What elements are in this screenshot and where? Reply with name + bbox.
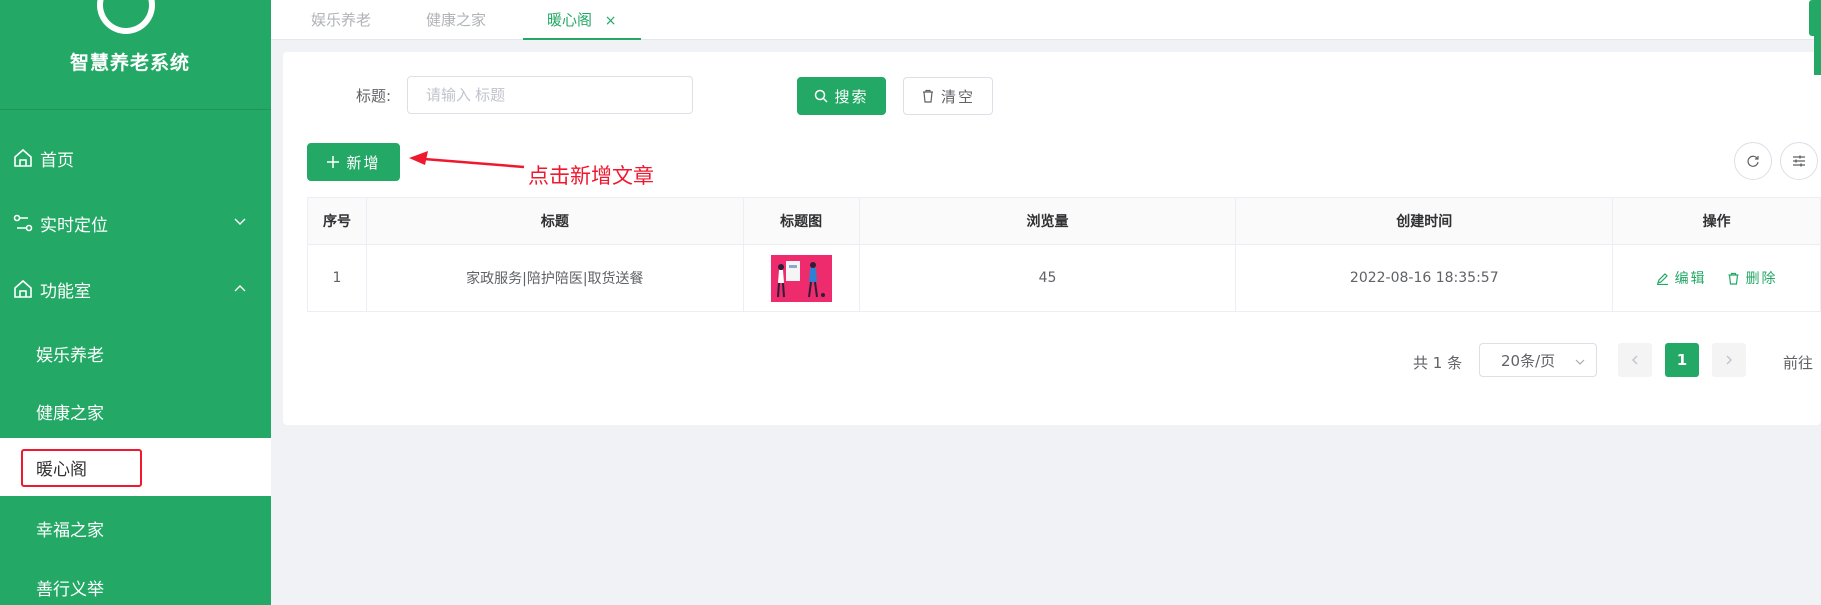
chevron-left-icon xyxy=(1632,355,1638,365)
sidebar-header: 智慧养老系统 xyxy=(0,0,271,110)
cell-index: 1 xyxy=(308,245,367,312)
tab-label: 娱乐养老 xyxy=(311,11,372,29)
search-button-label: 搜索 xyxy=(834,87,869,106)
tab-health[interactable]: 健康之家 xyxy=(426,0,486,40)
home-icon xyxy=(13,148,33,168)
search-icon xyxy=(815,89,829,103)
clear-button[interactable]: 清空 xyxy=(903,77,993,115)
clear-button-label: 清空 xyxy=(940,87,975,106)
cell-title: 家政服务|陪护陪医|取货送餐 xyxy=(366,245,744,312)
plus-icon xyxy=(327,156,340,168)
prev-page-button[interactable] xyxy=(1618,343,1652,377)
page-size-select[interactable]: 20条/页 xyxy=(1479,343,1597,377)
cell-actions: 编辑 删除 xyxy=(1613,245,1821,312)
route-icon xyxy=(13,213,33,233)
search-button[interactable]: 搜索 xyxy=(797,77,886,115)
pagination-goto-label: 前往 xyxy=(1783,354,1814,372)
page-size-value: 20条/页 xyxy=(1501,351,1556,370)
page-number-button[interactable]: 1 xyxy=(1665,343,1699,377)
sidebar-subitem-warm-heart[interactable]: 暖心阁 xyxy=(0,438,271,496)
refresh-button[interactable] xyxy=(1734,142,1772,180)
logo xyxy=(97,0,155,34)
title-filter-label: 标题: xyxy=(356,87,392,105)
app-title: 智慧养老系统 xyxy=(69,52,190,74)
sidebar-item-home[interactable]: 首页 xyxy=(0,129,271,187)
table-header-row: 序号 标题 标题图 浏览量 创建时间 操作 xyxy=(308,198,1821,245)
column-header-index: 序号 xyxy=(308,198,367,245)
annotation-text: 点击新增文章 xyxy=(528,164,654,188)
sidebar-item-label: 首页 xyxy=(40,150,74,171)
cell-image xyxy=(743,245,860,312)
scrollbar[interactable] xyxy=(1814,35,1821,75)
sidebar-subitem-label: 健康之家 xyxy=(36,403,104,424)
sidebar-subitem-happiness[interactable]: 幸福之家 xyxy=(0,499,271,557)
tab-label: 健康之家 xyxy=(426,11,487,29)
chevron-down-icon xyxy=(233,214,247,228)
sidebar-subitem-label: 幸福之家 xyxy=(36,520,104,541)
annotation-arrow xyxy=(409,151,525,169)
title-search-input[interactable] xyxy=(407,76,693,114)
sidebar-item-label: 功能室 xyxy=(40,281,91,302)
chevron-right-icon xyxy=(1726,355,1732,365)
sidebar: 智慧养老系统 首页 实时定位 功能室 娱乐养老 健康之家 暖心阁 幸福之家 善行… xyxy=(0,0,271,605)
column-header-actions: 操作 xyxy=(1613,198,1821,245)
sidebar-subitem-health[interactable]: 健康之家 xyxy=(0,382,271,440)
column-header-created: 创建时间 xyxy=(1236,198,1614,245)
chevron-up-icon xyxy=(233,280,247,294)
tab-menu-button[interactable] xyxy=(1809,0,1821,36)
edit-button-label: 编辑 xyxy=(1674,271,1707,287)
home-icon xyxy=(13,279,33,299)
tab-warm-heart[interactable]: 暖心阁 × xyxy=(523,0,641,40)
column-header-views: 浏览量 xyxy=(859,198,1237,245)
next-page-button[interactable] xyxy=(1712,343,1746,377)
delete-button-label: 删除 xyxy=(1745,271,1778,287)
cell-views: 45 xyxy=(859,245,1237,312)
trash-icon xyxy=(922,89,933,103)
sidebar-subitem-good-deeds[interactable]: 善行义举 xyxy=(0,558,271,605)
tab-bar: 娱乐养老 健康之家 暖心阁 × xyxy=(271,0,1821,40)
pagination-total: 共 1 条 xyxy=(1413,354,1463,372)
sidebar-item-label: 实时定位 xyxy=(40,215,108,236)
edit-icon xyxy=(1656,272,1668,285)
column-header-title: 标题 xyxy=(366,198,744,245)
trash-icon xyxy=(1728,272,1739,285)
content-card: 标题: 搜索 清空 新增 点击新增文章 序号 标题 标题图 浏览量 创建时间 操… xyxy=(283,52,1821,425)
add-button-label: 新增 xyxy=(346,153,381,172)
close-icon[interactable]: × xyxy=(605,13,617,29)
sidebar-subitem-entertainment[interactable]: 娱乐养老 xyxy=(0,324,271,382)
tab-label: 暖心阁 xyxy=(547,11,593,29)
edit-button[interactable]: 编辑 xyxy=(1656,268,1707,288)
column-settings-button[interactable] xyxy=(1780,142,1818,180)
sidebar-item-function-room[interactable]: 功能室 xyxy=(0,260,271,318)
add-button[interactable]: 新增 xyxy=(307,143,400,181)
sidebar-subitem-label: 娱乐养老 xyxy=(36,345,104,366)
sidebar-item-realtime-location[interactable]: 实时定位 xyxy=(0,194,271,252)
title-image-thumbnail[interactable] xyxy=(770,254,832,302)
table-row: 1 家政服务|陪护陪医|取货送餐 45 2022-08-16 18:35:57 … xyxy=(308,245,1821,312)
column-header-image: 标题图 xyxy=(743,198,860,245)
sliders-icon xyxy=(1793,155,1805,167)
refresh-icon xyxy=(1747,155,1759,167)
delete-button[interactable]: 删除 xyxy=(1727,268,1778,288)
tab-entertainment[interactable]: 娱乐养老 xyxy=(311,0,371,40)
annotation-highlight-box xyxy=(21,449,142,487)
sidebar-subitem-label: 善行义举 xyxy=(36,579,104,600)
articles-table: 序号 标题 标题图 浏览量 创建时间 操作 1 家政服务|陪护陪医|取货送餐 4… xyxy=(307,197,1821,312)
cell-created: 2022-08-16 18:35:57 xyxy=(1236,245,1614,312)
chevron-down-icon xyxy=(1575,359,1585,365)
